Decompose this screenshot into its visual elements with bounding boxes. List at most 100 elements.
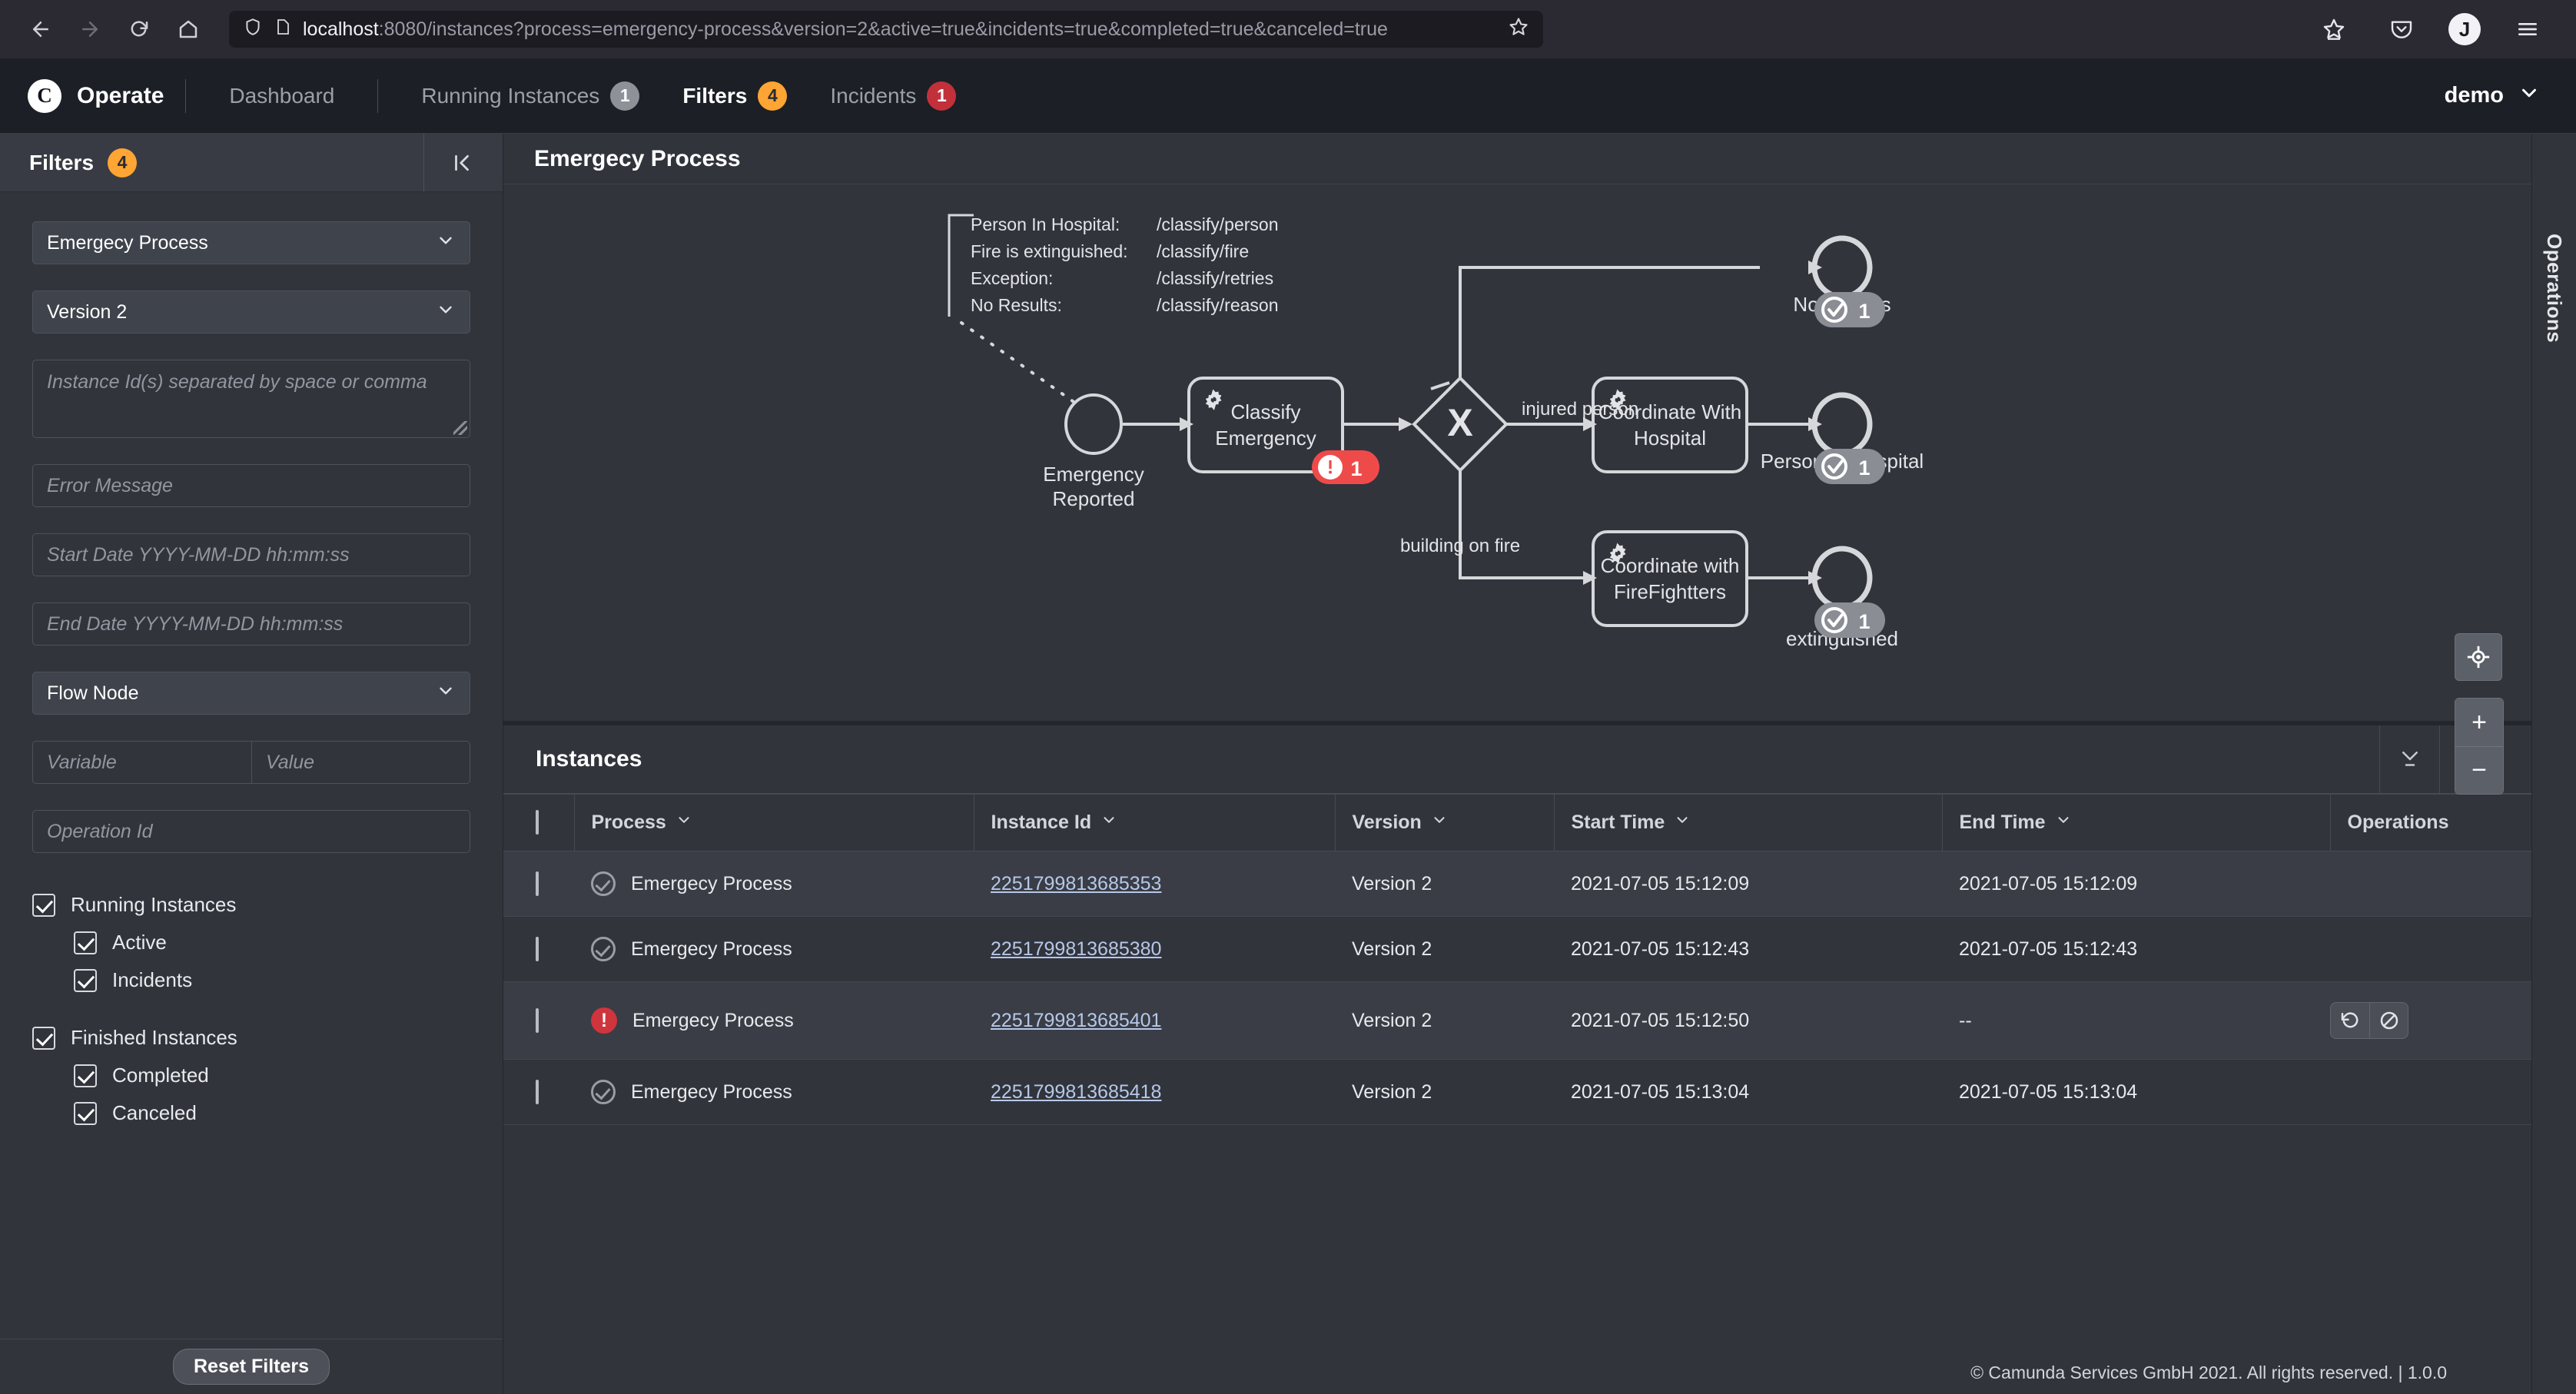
cell-version: Version 2 [1335, 981, 1554, 1060]
annotation-val-1: /classify/fire [1157, 241, 1249, 261]
pocket-icon[interactable] [2381, 8, 2422, 50]
table-row[interactable]: Emergecy Process 2251799813685353 Version … [503, 851, 2531, 917]
forward-arrow-icon[interactable] [69, 8, 111, 50]
column-label-version: Version [1352, 812, 1422, 833]
version-select[interactable]: Version 2 [32, 290, 470, 334]
home-icon[interactable] [168, 8, 209, 50]
flow-node-select[interactable]: Flow Node [32, 672, 470, 715]
table-row[interactable]: Emergecy Process 2251799813685418 Version … [503, 1059, 2531, 1125]
process-select[interactable]: Emergecy Process [32, 221, 470, 264]
checkbox-icon[interactable] [536, 1079, 539, 1104]
select-all-checkbox-cell[interactable] [503, 795, 575, 851]
column-header-process[interactable]: Process [574, 795, 974, 851]
completed-status-icon [591, 871, 616, 896]
column-header-version[interactable]: Version [1335, 795, 1555, 851]
chevron-down-icon [436, 681, 456, 705]
instances-table-body: Emergecy Process 2251799813685353 Version … [503, 851, 2531, 1125]
row-checkbox-cell[interactable] [503, 916, 574, 982]
filters-title: Filters [29, 150, 95, 174]
start-date-input[interactable]: Start Date YYYY-MM-DD hh:mm:ss [32, 533, 470, 576]
hamburger-menu-icon[interactable] [2507, 8, 2548, 50]
end-date-placeholder: End Date YYYY-MM-DD hh:mm:ss [47, 612, 344, 635]
reset-filters-button[interactable]: Reset Filters [172, 1349, 330, 1385]
app-header: C Operate Dashboard Running Instances 1 … [0, 58, 2576, 134]
checkbox-finished-instances[interactable]: Finished Instances [32, 1026, 470, 1050]
checkbox-completed[interactable]: Completed [74, 1064, 470, 1087]
column-header-end-time[interactable]: End Time [1942, 795, 2331, 851]
column-header-instance-id[interactable]: Instance Id [974, 795, 1336, 851]
completed-badge-extinguished[interactable]: 1 [1814, 602, 1885, 638]
cell-process: Emergecy Process [574, 1059, 974, 1125]
checkbox-icon[interactable] [536, 936, 539, 961]
svg-text:1: 1 [1858, 610, 1870, 633]
checkbox-label-completed: Completed [112, 1064, 209, 1087]
instance-id-link[interactable]: 2251799813685418 [991, 1081, 1161, 1103]
end-date-input[interactable]: End Date YYYY-MM-DD hh:mm:ss [32, 602, 470, 646]
variable-input[interactable]: Variable [32, 741, 252, 784]
collapse-panel-icon[interactable] [423, 133, 473, 192]
checkbox-icon[interactable] [536, 871, 539, 896]
instance-id-link[interactable]: 2251799813685353 [991, 873, 1161, 894]
instance-ids-textarea[interactable]: Instance Id(s) separated by space or com… [32, 360, 470, 438]
cell-start-time: 2021-07-05 15:12:43 [1554, 916, 1942, 982]
incident-status-icon: ! [591, 1007, 617, 1034]
nav-label-dashboard: Dashboard [229, 83, 335, 108]
reload-icon[interactable] [118, 8, 160, 50]
nav-item-dashboard[interactable]: Dashboard [207, 84, 356, 108]
annotation-key-3: No Results: [971, 295, 1062, 315]
address-bar[interactable]: localhost:8080/instances?process=emergen… [229, 11, 1543, 48]
url-path: :8080/instances?process=emergency-proces… [378, 18, 1388, 40]
cancel-instance-button[interactable] [2369, 1003, 2408, 1038]
classify-task-label-line2: Emergency [1215, 426, 1316, 450]
operations-rail[interactable]: Operations [2531, 134, 2576, 1394]
table-row[interactable]: Emergecy Process 2251799813685380 Version … [503, 916, 2531, 982]
error-message-placeholder: Error Message [47, 474, 173, 496]
checkbox-running-instances[interactable]: Running Instances [32, 893, 470, 917]
row-checkbox-cell[interactable] [503, 981, 574, 1060]
back-arrow-icon[interactable] [20, 8, 61, 50]
incident-badge-classify[interactable]: 1 [1312, 450, 1379, 484]
collapse-down-icon[interactable] [2379, 725, 2439, 794]
nav-item-incidents[interactable]: Incidents 1 [808, 81, 978, 111]
row-checkbox-cell[interactable] [503, 851, 574, 917]
save-to-collection-icon[interactable] [2313, 8, 2355, 50]
user-menu[interactable]: demo [2445, 81, 2548, 111]
cell-process: Emergecy Process [574, 916, 974, 982]
reset-zoom-icon[interactable] [2455, 633, 2502, 681]
completed-status-icon [591, 1080, 616, 1104]
instance-id-link[interactable]: 2251799813685380 [991, 938, 1161, 960]
browser-toolbar: localhost:8080/instances?process=emergen… [0, 0, 2576, 58]
checkbox-icon[interactable] [536, 1007, 539, 1033]
instances-title: Instances [536, 746, 642, 772]
table-row[interactable]: ! Emergecy Process 2251799813685401 Version… [503, 981, 2531, 1060]
annotation-val-0: /classify/person [1157, 214, 1279, 234]
completed-status-icon [591, 937, 616, 961]
value-input[interactable]: Value [252, 741, 470, 784]
resize-handle[interactable] [453, 421, 467, 435]
bookmark-star-icon[interactable] [1508, 16, 1529, 43]
retry-instance-button[interactable] [2331, 1003, 2369, 1038]
completed-badge-no-results[interactable]: 1 [1814, 292, 1885, 327]
error-message-input[interactable]: Error Message [32, 464, 470, 507]
cell-end-time: 2021-07-05 15:13:04 [1942, 1059, 2330, 1125]
brand[interactable]: C Operate [28, 78, 164, 113]
checkbox-icon[interactable] [536, 810, 539, 835]
avatar[interactable]: J [2448, 13, 2481, 45]
row-checkbox-cell[interactable] [503, 1059, 574, 1125]
checkbox-active[interactable]: Active [74, 931, 470, 954]
instance-id-link[interactable]: 2251799813685401 [991, 1010, 1161, 1031]
nav-item-running-instances[interactable]: Running Instances 1 [400, 81, 661, 111]
operation-id-input[interactable]: Operation Id [32, 810, 470, 853]
cell-version: Version 2 [1335, 916, 1554, 982]
completed-badge-person-hospital[interactable]: 1 [1814, 449, 1885, 484]
zoom-out-button[interactable]: − [2455, 746, 2503, 794]
nav-item-filters[interactable]: Filters 4 [661, 81, 808, 111]
bpmn-canvas[interactable]: Person In Hospital: /classify/person Fir… [503, 184, 2531, 721]
bpmn-diagram: Person In Hospital: /classify/person Fir… [948, 214, 1924, 650]
zoom-in-button[interactable]: + [2455, 699, 2503, 746]
column-header-start-time[interactable]: Start Time [1554, 795, 1943, 851]
checkbox-canceled[interactable]: Canceled [74, 1101, 470, 1125]
checkbox-incidents[interactable]: Incidents [74, 968, 470, 992]
cell-instance-id: 2251799813685418 [974, 1059, 1335, 1125]
process-name: Emergecy Process [631, 938, 792, 960]
